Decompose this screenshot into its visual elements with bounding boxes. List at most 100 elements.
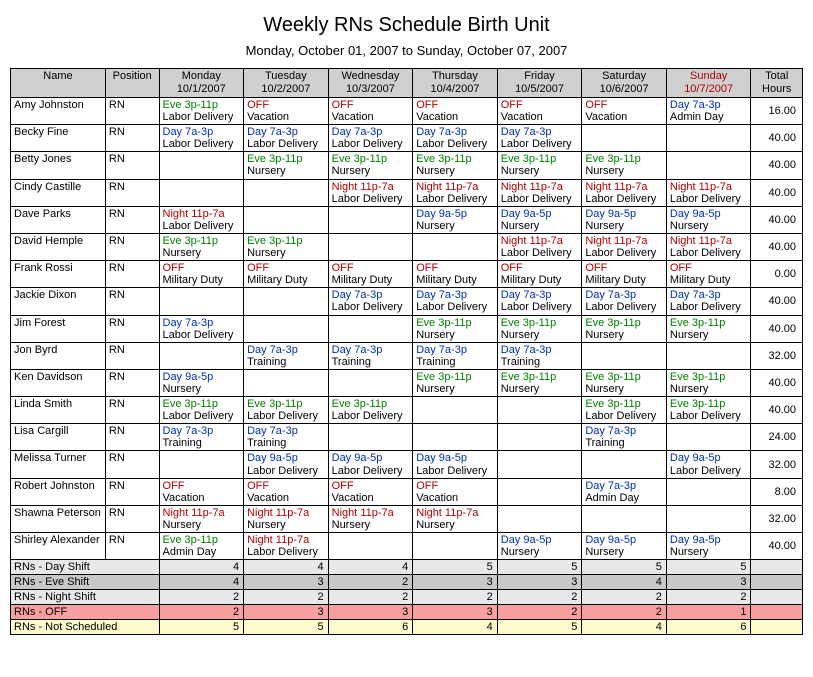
task-label: Labor Delivery xyxy=(332,410,410,422)
employee-name: Betty Jones xyxy=(11,152,106,179)
summary-value: 6 xyxy=(328,620,413,635)
schedule-cell xyxy=(497,424,582,451)
summary-value: 2 xyxy=(328,590,413,605)
task-label: Labor Delivery xyxy=(416,193,494,205)
schedule-cell: OFFVacation xyxy=(159,478,244,505)
task-label: Labor Delivery xyxy=(416,301,494,313)
shift-label: OFF xyxy=(332,99,410,111)
schedule-cell: Day 9a-5pNursery xyxy=(159,369,244,396)
shift-label: Day 9a-5p xyxy=(670,452,748,464)
employee-name: Jackie Dixon xyxy=(11,288,106,315)
schedule-cell: Day 7a-3pTraining xyxy=(497,342,582,369)
task-label: Labor Delivery xyxy=(585,247,663,259)
shift-label: Eve 3p-11p xyxy=(670,371,748,383)
shift-label: OFF xyxy=(585,262,663,274)
summary-empty xyxy=(751,560,803,575)
schedule-cell xyxy=(159,152,244,179)
summary-value: 5 xyxy=(413,560,498,575)
summary-row: RNs - OFF2333221 xyxy=(11,605,803,620)
task-label: Labor Delivery xyxy=(332,465,410,477)
task-label: Labor Delivery xyxy=(247,465,325,477)
employee-position: RN xyxy=(105,342,159,369)
shift-label: Day 7a-3p xyxy=(247,425,325,437)
shift-label: Night 11p-7a xyxy=(670,235,748,247)
task-label: Nursery xyxy=(501,329,579,341)
shift-label: Night 11p-7a xyxy=(501,235,579,247)
schedule-cell xyxy=(497,478,582,505)
shift-label: Night 11p-7a xyxy=(585,235,663,247)
table-row: David HempleRNEve 3p-11pNurseryEve 3p-11… xyxy=(11,233,803,260)
task-label: Labor Delivery xyxy=(247,410,325,422)
task-label: Nursery xyxy=(670,220,748,232)
table-row: Jackie DixonRNDay 7a-3pLabor DeliveryDay… xyxy=(11,288,803,315)
schedule-cell xyxy=(159,342,244,369)
task-label: Labor Delivery xyxy=(585,193,663,205)
summary-value: 1 xyxy=(666,605,751,620)
schedule-cell: Day 7a-3pLabor Delivery xyxy=(244,125,329,152)
task-label: Training xyxy=(332,356,410,368)
task-label: Labor Delivery xyxy=(163,410,241,422)
shift-label: Night 11p-7a xyxy=(585,181,663,193)
schedule-cell: Eve 3p-11pLabor Delivery xyxy=(159,98,244,125)
summary-value: 5 xyxy=(497,620,582,635)
table-row: Shirley AlexanderRNEve 3p-11pAdmin DayNi… xyxy=(11,533,803,560)
schedule-cell xyxy=(666,152,751,179)
summary-label: RNs - Day Shift xyxy=(11,560,160,575)
task-label: Labor Delivery xyxy=(585,410,663,422)
schedule-cell: Day 9a-5pNursery xyxy=(582,206,667,233)
summary-value: 4 xyxy=(159,560,244,575)
schedule-cell: Night 11p-7aNursery xyxy=(413,505,498,532)
shift-label: Eve 3p-11p xyxy=(247,235,325,247)
task-label: Labor Delivery xyxy=(670,410,748,422)
shift-label: Day 7a-3p xyxy=(163,425,241,437)
shift-label: Day 7a-3p xyxy=(163,126,241,138)
schedule-cell: Day 7a-3pLabor Delivery xyxy=(159,315,244,342)
total-hours: 40.00 xyxy=(751,288,803,315)
schedule-cell xyxy=(159,288,244,315)
summary-value: 6 xyxy=(666,620,751,635)
shift-label: OFF xyxy=(501,262,579,274)
schedule-cell xyxy=(328,369,413,396)
shift-label: Day 7a-3p xyxy=(670,289,748,301)
employee-position: RN xyxy=(105,261,159,288)
task-label: Labor Delivery xyxy=(332,193,410,205)
table-row: Becky FineRNDay 7a-3pLabor DeliveryDay 7… xyxy=(11,125,803,152)
task-label: Vacation xyxy=(332,492,410,504)
schedule-cell: Night 11p-7aLabor Delivery xyxy=(159,206,244,233)
table-row: Lisa CargillRNDay 7a-3pTrainingDay 7a-3p… xyxy=(11,424,803,451)
shift-label: Day 9a-5p xyxy=(247,452,325,464)
task-label: Labor Delivery xyxy=(670,247,748,259)
employee-position: RN xyxy=(105,288,159,315)
employee-name: Shirley Alexander xyxy=(11,533,106,560)
employee-position: RN xyxy=(105,315,159,342)
schedule-cell: Day 9a-5pLabor Delivery xyxy=(328,451,413,478)
table-row: Jim ForestRNDay 7a-3pLabor DeliveryEve 3… xyxy=(11,315,803,342)
summary-empty xyxy=(751,605,803,620)
header-wed: Wednesday10/3/2007 xyxy=(328,69,413,98)
schedule-cell: Eve 3p-11pNursery xyxy=(244,152,329,179)
shift-label: Day 9a-5p xyxy=(670,534,748,546)
task-label: Labor Delivery xyxy=(163,138,241,150)
shift-label: Day 9a-5p xyxy=(332,452,410,464)
schedule-cell xyxy=(497,505,582,532)
schedule-cell: Day 7a-3pTraining xyxy=(159,424,244,451)
employee-name: Robert Johnston xyxy=(11,478,106,505)
summary-row: RNs - Eve Shift4323343 xyxy=(11,575,803,590)
total-hours: 40.00 xyxy=(751,152,803,179)
shift-label: Eve 3p-11p xyxy=(416,317,494,329)
schedule-cell: Day 7a-3pLabor Delivery xyxy=(159,125,244,152)
task-label: Nursery xyxy=(416,329,494,341)
summary-value: 4 xyxy=(159,575,244,590)
summary-label: RNs - OFF xyxy=(11,605,160,620)
shift-label: OFF xyxy=(163,262,241,274)
schedule-cell xyxy=(244,288,329,315)
shift-label: Day 7a-3p xyxy=(247,126,325,138)
task-label: Nursery xyxy=(332,519,410,531)
schedule-cell: Night 11p-7aLabor Delivery xyxy=(328,179,413,206)
employee-position: RN xyxy=(105,424,159,451)
schedule-cell xyxy=(159,451,244,478)
employee-position: RN xyxy=(105,478,159,505)
task-label: Nursery xyxy=(247,247,325,259)
shift-label: Night 11p-7a xyxy=(332,181,410,193)
schedule-cell: Day 7a-3pTraining xyxy=(244,342,329,369)
